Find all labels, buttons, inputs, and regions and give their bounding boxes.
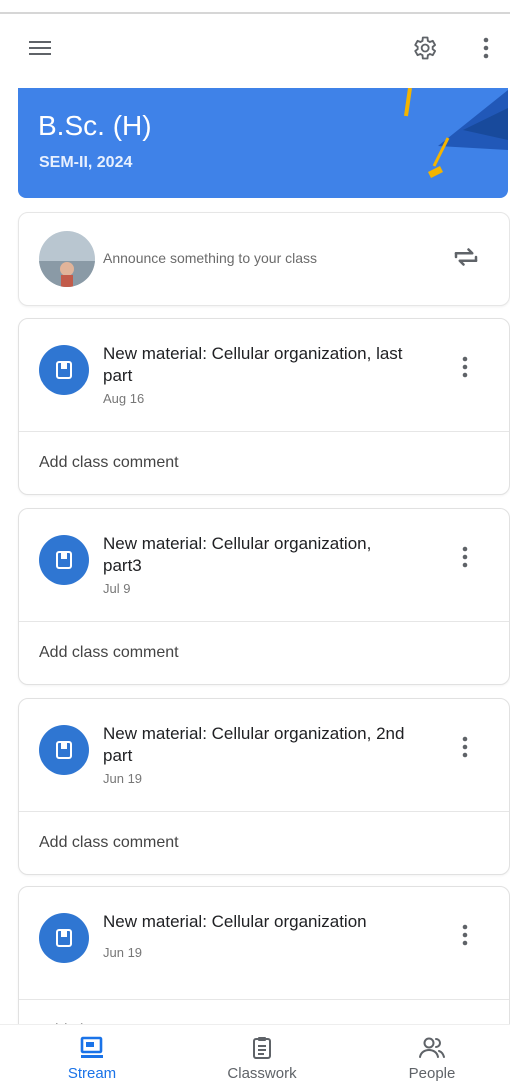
material-icon [39, 913, 89, 963]
people-icon [419, 1037, 445, 1058]
class-subtitle: SEM-II, 2024 [39, 154, 133, 171]
more-vert-icon[interactable] [461, 735, 469, 764]
class-banner[interactable]: B.Sc. (H) SEM-II, 2024 [18, 88, 508, 198]
material-icon [39, 535, 89, 585]
stream-post[interactable]: New material: Cellular organization, 2nd… [18, 698, 510, 875]
gear-icon[interactable] [402, 26, 446, 70]
add-class-comment[interactable]: Add class comment [19, 622, 509, 684]
status-strip [0, 0, 510, 14]
nav-stream[interactable]: Stream [17, 1025, 167, 1089]
classwork-icon [253, 1037, 271, 1059]
more-vert-icon[interactable] [461, 545, 469, 574]
more-vert-icon[interactable] [461, 355, 469, 384]
post-date: Jul 9 [103, 581, 131, 596]
class-title: B.Sc. (H) [38, 110, 152, 141]
nav-people-label: People [408, 1065, 456, 1082]
stream-post[interactable]: New material: Cellular organization, las… [18, 318, 510, 495]
nav-classwork[interactable]: Classwork [187, 1025, 337, 1089]
post-date: Jun 19 [103, 771, 143, 786]
app-bar [0, 14, 510, 84]
material-icon [39, 345, 89, 395]
nav-stream-label: Stream [67, 1065, 117, 1082]
announce-placeholder[interactable]: Announce something to your class [103, 250, 317, 266]
avatar [39, 231, 95, 287]
add-class-comment[interactable]: Add class comment [19, 432, 509, 494]
post-date: Aug 16 [103, 391, 145, 406]
stream-icon [80, 1036, 103, 1058]
nav-classwork-label: Classwork [227, 1065, 297, 1082]
bottom-navigation: Stream Classwork People [0, 1024, 510, 1089]
post-title[interactable]: New material: Cellular organization [103, 911, 413, 933]
stream-post[interactable]: New material: Cellular organization, par… [18, 508, 510, 685]
post-date: Jun 19 [103, 945, 143, 960]
nav-people[interactable]: People [357, 1025, 507, 1089]
graduation-cap-illustration [404, 88, 508, 178]
post-title[interactable]: New material: Cellular organization, par… [103, 533, 413, 577]
repost-icon[interactable] [451, 242, 481, 277]
more-vert-icon[interactable] [464, 26, 508, 70]
menu-icon[interactable] [18, 26, 62, 70]
material-icon [39, 725, 89, 775]
post-title[interactable]: New material: Cellular organization, las… [103, 343, 413, 387]
add-class-comment[interactable]: Add class comment [19, 812, 509, 874]
post-title[interactable]: New material: Cellular organization, 2nd… [103, 723, 413, 767]
announce-box[interactable]: Announce something to your class [18, 212, 510, 306]
more-vert-icon[interactable] [461, 923, 469, 952]
